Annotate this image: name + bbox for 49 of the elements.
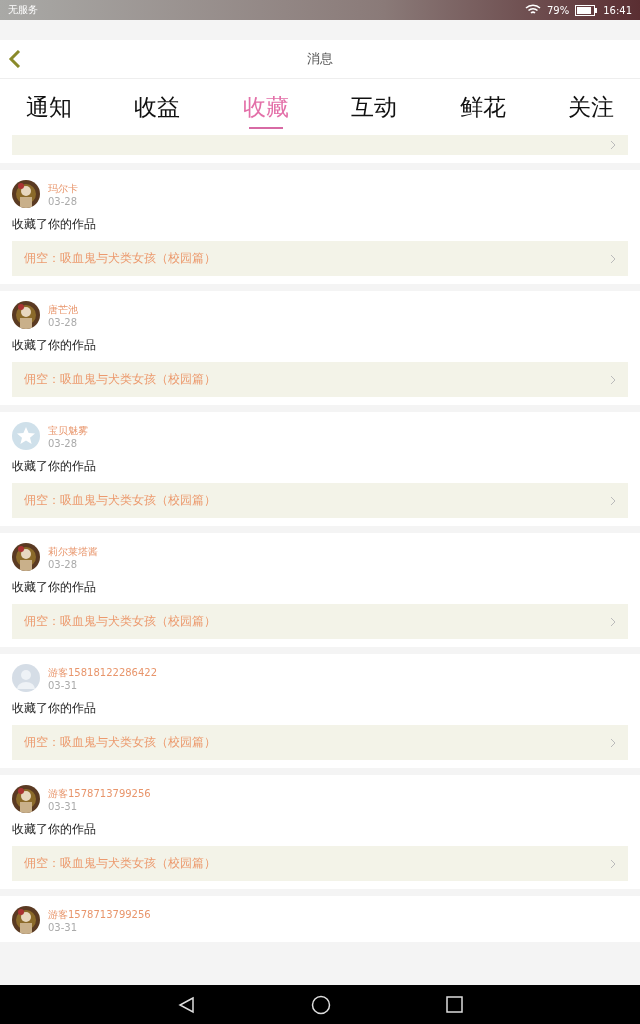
chevron-icon — [610, 858, 616, 869]
message-text: 收藏了你的作品 — [12, 458, 97, 475]
avatar-silhouette-icon — [12, 664, 40, 692]
user-name[interactable]: 玛尔卡 — [48, 181, 78, 196]
battery-text: 79% — [546, 4, 570, 16]
back-icon[interactable] — [177, 995, 196, 1014]
user-name[interactable]: 唐芒池 — [48, 302, 78, 317]
work-link[interactable]: 佣空：吸血鬼与犬类女孩（校园篇） — [12, 241, 628, 276]
time-text: 16:41 — [603, 4, 632, 16]
message-text: 收藏了你的作品 — [12, 821, 97, 838]
message-text: 收藏了你的作品 — [12, 337, 97, 354]
chevron-icon — [610, 374, 616, 385]
message-date: 03-28 — [48, 316, 78, 328]
recents-icon[interactable] — [445, 996, 463, 1013]
home-icon[interactable] — [310, 994, 331, 1015]
tab[interactable]: 通知 — [14, 79, 84, 135]
carrier-text: 无服务 — [8, 3, 38, 17]
page-title: 消息 — [307, 50, 333, 68]
chevron-icon — [610, 495, 616, 506]
battery-icon — [575, 4, 598, 16]
user-name[interactable]: 莉尔莱塔酱 — [48, 544, 98, 559]
message-date: 03-31 — [48, 679, 79, 691]
chevron-icon — [610, 737, 616, 748]
user-name[interactable]: 游客15818122286422 — [48, 665, 158, 680]
work-link[interactable]: 佣空：吸血鬼与犬类女孩（校园篇） — [12, 604, 628, 639]
work-link[interactable]: 佣空：吸血鬼与犬类女孩（校园篇） — [12, 846, 628, 881]
work-link[interactable]: 佣空：吸血鬼与犬类女孩（校园篇） — [12, 725, 628, 760]
user-name[interactable]: 游客1578713799256 — [48, 907, 151, 922]
tab[interactable]: 关注 — [555, 79, 626, 135]
message-date: 03-28 — [48, 437, 79, 449]
chevron-icon — [610, 140, 616, 150]
message-text: 收藏了你的作品 — [12, 579, 97, 596]
user-name[interactable]: 游客1578713799256 — [48, 786, 151, 801]
chevron-icon — [610, 616, 616, 627]
work-link[interactable]: 佣空：吸血鬼与犬类女孩（校园篇） — [12, 483, 628, 518]
tab[interactable]: 互动 — [339, 79, 410, 135]
message-text: 收藏了你的作品 — [12, 700, 97, 717]
tab[interactable]: 鲜花 — [447, 79, 518, 135]
wifi-icon — [524, 4, 541, 16]
message-date: 03-31 — [48, 800, 79, 812]
message-date: 03-28 — [48, 195, 78, 207]
user-name[interactable]: 宝贝魅雾 — [48, 423, 88, 438]
tab[interactable]: 收藏 — [230, 79, 301, 135]
tab[interactable]: 收益 — [122, 79, 193, 135]
work-link[interactable]: 佣空：吸血鬼与犬类女孩（校园篇） — [12, 362, 628, 397]
chevron-icon — [610, 253, 616, 264]
message-date: 03-31 — [48, 921, 79, 933]
message-date: 03-28 — [48, 558, 79, 570]
message-text: 收藏了你的作品 — [12, 216, 97, 233]
